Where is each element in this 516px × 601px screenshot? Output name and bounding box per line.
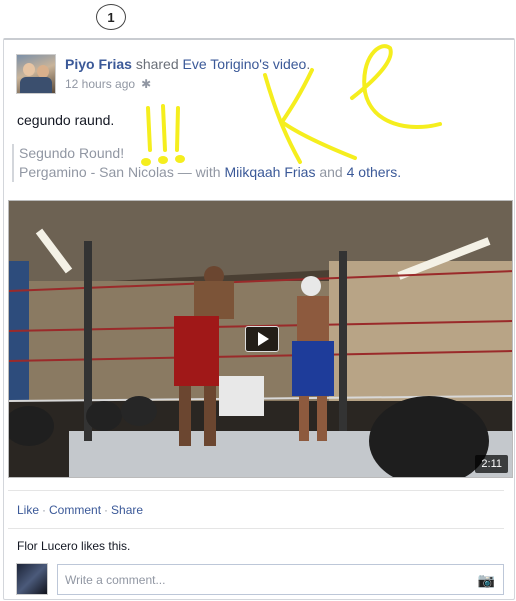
shared-quote: Segundo Round! Pergamino - San Nicolas —… — [12, 144, 432, 182]
top-strip: 1 — [0, 0, 516, 38]
divider — [8, 528, 504, 529]
play-icon[interactable] — [245, 326, 279, 352]
author-avatar[interactable] — [16, 54, 56, 94]
comment-link[interactable]: Comment — [49, 503, 101, 517]
comment-input[interactable]: Write a comment... 📷 — [57, 564, 504, 595]
commenter-avatar — [16, 563, 48, 595]
quote-location[interactable]: Pergamino - San Nicolas — [19, 164, 174, 180]
post-header: Piyo Frias shared Eve Torigino's video. — [65, 56, 311, 72]
comment-placeholder: Write a comment... — [65, 573, 166, 587]
video-duration: 2:11 — [475, 455, 508, 473]
shared-object-link[interactable]: video — [273, 56, 306, 72]
notification-badge: 1 — [96, 4, 126, 30]
post-card: Piyo Frias shared Eve Torigino's video. … — [3, 38, 515, 600]
others-link[interactable]: 4 others. — [347, 164, 401, 180]
shared-verb: shared — [135, 56, 179, 72]
tagged-person-link[interactable]: Miikqaah Frias — [224, 164, 315, 180]
author-name[interactable]: Piyo Frias — [65, 56, 132, 72]
gear-icon[interactable]: ✱ — [141, 77, 151, 91]
post-actions: Like · Comment · Share — [17, 503, 144, 517]
post-timestamp[interactable]: 12 hours ago — [65, 77, 135, 91]
quote-with: — with — [177, 164, 221, 180]
quote-title: Segundo Round! — [19, 145, 125, 161]
like-link[interactable]: Like — [17, 503, 39, 517]
shared-from-link[interactable]: Eve Torigino's — [183, 56, 269, 72]
camera-icon[interactable]: 📷 — [478, 572, 495, 589]
post-meta: 12 hours ago ✱ — [65, 77, 151, 91]
share-link[interactable]: Share — [111, 503, 143, 517]
post-status-text: cegundo raund. — [17, 112, 115, 128]
likes-summary[interactable]: Flor Lucero likes this. — [17, 539, 130, 553]
quote-details: Pergamino - San Nicolas — with Miikqaah … — [19, 163, 432, 182]
quote-and: and — [319, 164, 343, 180]
divider — [8, 490, 504, 491]
video-player[interactable]: 2:11 — [8, 200, 513, 478]
